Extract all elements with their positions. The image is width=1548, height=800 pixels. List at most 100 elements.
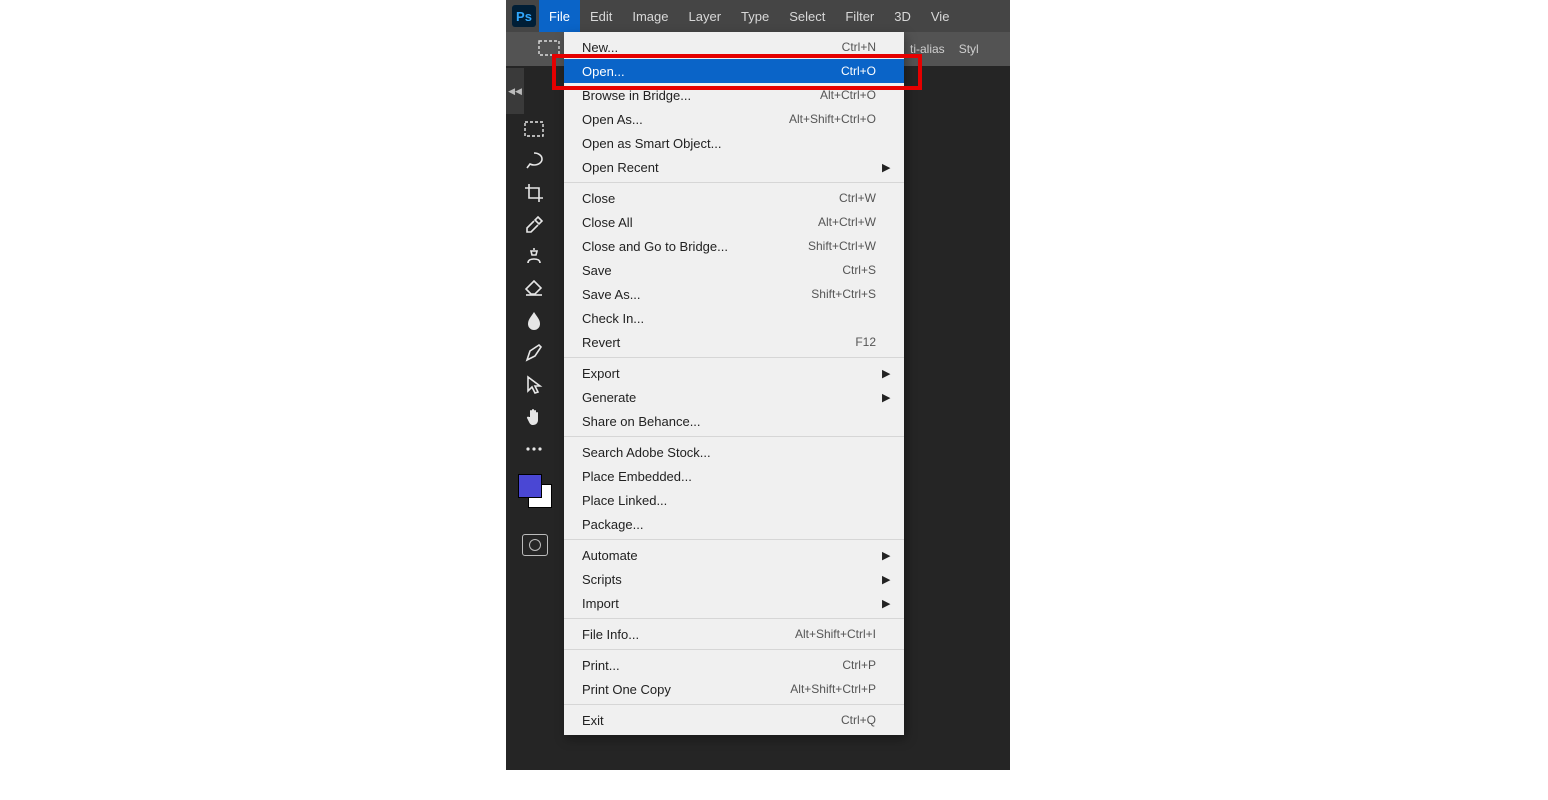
menu-select[interactable]: Select bbox=[779, 0, 835, 32]
submenu-arrow-icon: ▶ bbox=[882, 597, 890, 610]
menu-item-generate[interactable]: Generate ▶ bbox=[564, 385, 904, 409]
menu-item-label: Export bbox=[582, 366, 756, 381]
menu-item-shortcut: Alt+Shift+Ctrl+O bbox=[756, 112, 876, 126]
menu-item-shortcut: Alt+Shift+Ctrl+I bbox=[756, 627, 876, 641]
menu-group: Export▶ Generate ▶ Share on Behance... bbox=[564, 357, 904, 436]
menu-item-open-as-smart-object[interactable]: Open as Smart Object... bbox=[564, 131, 904, 155]
menu-item-export[interactable]: Export▶ bbox=[564, 361, 904, 385]
panel-collapse-handle[interactable]: ◀◀ bbox=[506, 68, 524, 114]
menu-image[interactable]: Image bbox=[622, 0, 678, 32]
menu-item-save-as[interactable]: Save As...Shift+Ctrl+S bbox=[564, 282, 904, 306]
menu-group: CloseCtrl+WClose AllAlt+Ctrl+WClose and … bbox=[564, 182, 904, 357]
menu-group: Search Adobe Stock... Place Embedded... Pl… bbox=[564, 436, 904, 539]
menu-item-label: Package... bbox=[582, 517, 756, 532]
submenu-arrow-icon: ▶ bbox=[882, 549, 890, 562]
menu-3d[interactable]: 3D bbox=[884, 0, 921, 32]
menu-item-close-all[interactable]: Close AllAlt+Ctrl+W bbox=[564, 210, 904, 234]
pen-icon bbox=[524, 343, 544, 363]
menu-item-new[interactable]: New...Ctrl+N bbox=[564, 35, 904, 59]
menu-item-open-as[interactable]: Open As...Alt+Shift+Ctrl+O bbox=[564, 107, 904, 131]
app-window: Ps FileEditImageLayerTypeSelectFilter3DV… bbox=[506, 0, 1010, 770]
menu-item-label: Revert bbox=[582, 335, 756, 350]
hand-tool[interactable] bbox=[516, 404, 552, 430]
menu-item-label: Close bbox=[582, 191, 756, 206]
menu-item-exit[interactable]: ExitCtrl+Q bbox=[564, 708, 904, 732]
menu-item-search-adobe-stock[interactable]: Search Adobe Stock... bbox=[564, 440, 904, 464]
menu-item-label: Close All bbox=[582, 215, 756, 230]
menu-item-place-embedded[interactable]: Place Embedded... bbox=[564, 464, 904, 488]
menu-vie[interactable]: Vie bbox=[921, 0, 960, 32]
path-select-tool[interactable] bbox=[516, 372, 552, 398]
pen-tool[interactable] bbox=[516, 340, 552, 366]
menu-item-shortcut: Alt+Ctrl+W bbox=[756, 215, 876, 229]
menu-item-label: Open... bbox=[582, 64, 756, 79]
menu-item-label: Exit bbox=[582, 713, 756, 728]
menu-item-check-in[interactable]: Check In... bbox=[564, 306, 904, 330]
menu-item-label: Import bbox=[582, 596, 756, 611]
marquee-tool[interactable] bbox=[516, 116, 552, 142]
menu-type[interactable]: Type bbox=[731, 0, 779, 32]
clone-stamp-tool[interactable] bbox=[516, 244, 552, 270]
menu-item-label: Search Adobe Stock... bbox=[582, 445, 756, 460]
menu-edit[interactable]: Edit bbox=[580, 0, 622, 32]
menu-item-label: Save As... bbox=[582, 287, 756, 302]
menubar: Ps FileEditImageLayerTypeSelectFilter3DV… bbox=[506, 0, 1010, 32]
menu-item-browse-in-bridge[interactable]: Browse in Bridge...Alt+Ctrl+O bbox=[564, 83, 904, 107]
submenu-arrow-icon: ▶ bbox=[882, 161, 890, 174]
menu-item-label: Generate bbox=[582, 390, 756, 405]
chevron-left-icon: ◀◀ bbox=[508, 86, 522, 97]
menu-group: New...Ctrl+NOpen...Ctrl+OBrowse in Bridg… bbox=[564, 32, 904, 182]
eraser-tool[interactable] bbox=[516, 276, 552, 302]
more-icon bbox=[524, 445, 544, 453]
blur-drop-tool[interactable] bbox=[516, 308, 552, 334]
submenu-arrow-icon: ▶ bbox=[882, 573, 890, 586]
foreground-color-swatch[interactable] bbox=[518, 474, 542, 498]
opt-antialias-fragment[interactable]: ti-alias bbox=[910, 42, 945, 56]
menu-item-print-one-copy[interactable]: Print One CopyAlt+Shift+Ctrl+P bbox=[564, 677, 904, 701]
menu-item-revert[interactable]: RevertF12 bbox=[564, 330, 904, 354]
menu-item-automate[interactable]: Automate ▶ bbox=[564, 543, 904, 567]
menu-item-label: Save bbox=[582, 263, 756, 278]
menu-filter[interactable]: Filter bbox=[835, 0, 884, 32]
menu-item-package[interactable]: Package... bbox=[564, 512, 904, 536]
menu-layer[interactable]: Layer bbox=[679, 0, 732, 32]
submenu-arrow-icon: ▶ bbox=[882, 391, 890, 404]
menu-item-file-info[interactable]: File Info...Alt+Shift+Ctrl+I bbox=[564, 622, 904, 646]
opt-style-fragment[interactable]: Styl bbox=[959, 42, 979, 56]
menu-item-close[interactable]: CloseCtrl+W bbox=[564, 186, 904, 210]
quick-mask-toggle[interactable] bbox=[522, 534, 548, 556]
menu-item-label: Place Linked... bbox=[582, 493, 756, 508]
menu-item-scripts[interactable]: Scripts▶ bbox=[564, 567, 904, 591]
lasso-icon bbox=[523, 151, 545, 171]
menu-file[interactable]: File bbox=[539, 0, 580, 32]
menu-item-save[interactable]: SaveCtrl+S bbox=[564, 258, 904, 282]
more-tool[interactable] bbox=[516, 436, 552, 462]
menu-item-shortcut: Alt+Shift+Ctrl+P bbox=[756, 682, 876, 696]
crop-tool[interactable] bbox=[516, 180, 552, 206]
menu-item-place-linked[interactable]: Place Linked... bbox=[564, 488, 904, 512]
menu-group: File Info...Alt+Shift+Ctrl+I bbox=[564, 618, 904, 649]
eyedropper-tool[interactable] bbox=[516, 212, 552, 238]
menu-item-label: Check In... bbox=[582, 311, 756, 326]
menu-item-share-on-behance[interactable]: Share on Behance... bbox=[564, 409, 904, 433]
menu-group: Print...Ctrl+PPrint One CopyAlt+Shift+Ct… bbox=[564, 649, 904, 704]
menu-item-print[interactable]: Print...Ctrl+P bbox=[564, 653, 904, 677]
menu-item-label: Place Embedded... bbox=[582, 469, 756, 484]
clone-stamp-icon bbox=[524, 247, 544, 267]
menu-item-shortcut: Ctrl+W bbox=[756, 191, 876, 205]
lasso-tool[interactable] bbox=[516, 148, 552, 174]
menu-group: ExitCtrl+Q bbox=[564, 704, 904, 735]
menu-item-import[interactable]: Import ▶ bbox=[564, 591, 904, 615]
menu-item-label: Share on Behance... bbox=[582, 414, 756, 429]
menu-item-open-recent[interactable]: Open Recent▶ bbox=[564, 155, 904, 179]
menu-item-shortcut: Ctrl+N bbox=[756, 40, 876, 54]
menu-item-open[interactable]: Open...Ctrl+O bbox=[564, 59, 904, 83]
menu-item-shortcut: Shift+Ctrl+S bbox=[756, 287, 876, 301]
menu-item-label: Automate bbox=[582, 548, 756, 563]
menu-item-label: Close and Go to Bridge... bbox=[582, 239, 756, 254]
menu-item-close-and-go-to-bridge[interactable]: Close and Go to Bridge...Shift+Ctrl+W bbox=[564, 234, 904, 258]
menu-item-label: Open As... bbox=[582, 112, 756, 127]
color-swatches[interactable] bbox=[516, 474, 554, 514]
menu-item-label: Print... bbox=[582, 658, 756, 673]
menu-item-shortcut: Ctrl+P bbox=[756, 658, 876, 672]
